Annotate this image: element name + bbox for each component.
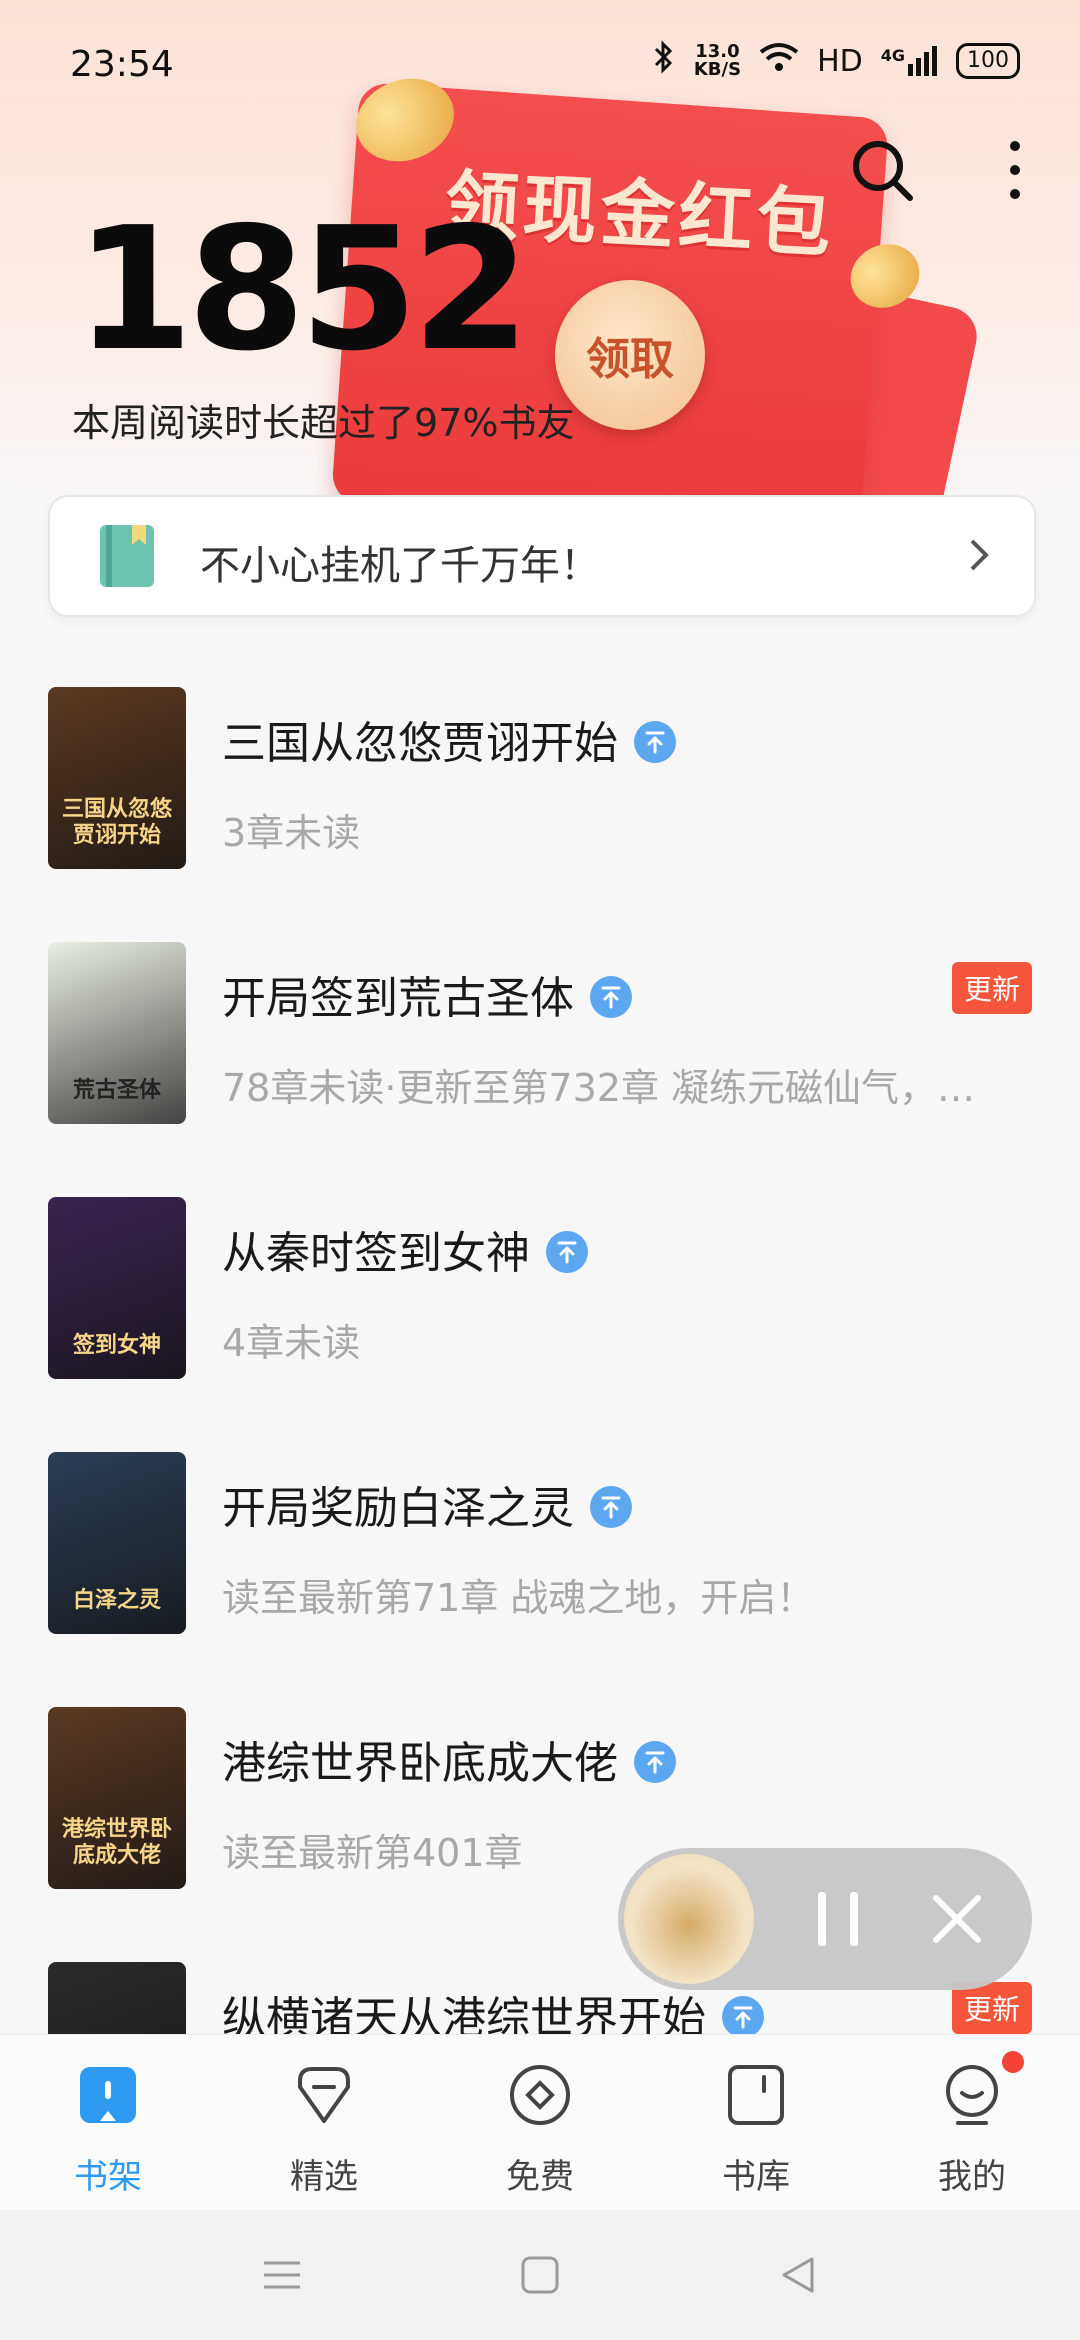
book-progress: 78章未读·更新至第732章 凝练元磁仙气，… <box>222 1066 976 1110</box>
bluetooth-icon <box>652 40 676 82</box>
home-icon[interactable] <box>520 2255 560 2295</box>
book-progress: 4章未读 <box>222 1321 361 1365</box>
menu-icon[interactable] <box>262 2255 302 2295</box>
book-title: 从秦时签到女神 <box>222 1217 588 1281</box>
book-title: 三国从忽悠贾诩开始 <box>222 707 676 771</box>
tab-featured[interactable]: 精选 <box>216 2035 432 2210</box>
network-speed: 13.0 KB/S <box>693 41 742 80</box>
book-cover[interactable]: 港综世界卧底成大佬 <box>48 1707 186 1889</box>
bottom-tab-bar: 书架 精选 免费 书库 我的 <box>0 2034 1080 2210</box>
book-item[interactable]: 签到女神 从秦时签到女神 4章未读 <box>0 1197 1080 1387</box>
tab-label: 精选 <box>290 2157 358 2197</box>
notice-banner[interactable]: 不小心挂机了千万年！ <box>48 495 1036 617</box>
free-icon <box>510 2065 570 2125</box>
bookshelf-icon <box>80 2067 136 2123</box>
more-menu-icon[interactable] <box>1000 138 1030 202</box>
book-item[interactable]: 白泽之灵 开局奖励白泽之灵读至最新第71章 战魂之地，开启！ <box>0 1452 1080 1642</box>
search-icon[interactable] <box>850 138 914 202</box>
book-title-text: 开局签到荒古圣体 <box>222 973 574 1024</box>
audio-player[interactable] <box>618 1848 1032 1990</box>
profile-icon <box>946 2065 998 2125</box>
book-cover[interactable]: 荒古圣体 <box>48 942 186 1124</box>
back-icon[interactable] <box>778 2255 818 2295</box>
library-icon <box>728 2065 784 2125</box>
pin-top-icon <box>634 721 676 763</box>
wifi-icon <box>759 42 799 80</box>
tab-free[interactable]: 免费 <box>432 2035 648 2210</box>
book-cover-text: 白泽之灵 <box>72 1588 161 1613</box>
battery-indicator: 100 <box>956 43 1020 79</box>
reading-stat-caption: 本周阅读时长超过了97%书友 <box>72 401 575 445</box>
tab-profile[interactable]: 我的 <box>864 2035 1080 2210</box>
book-cover[interactable]: 签到女神 <box>48 1197 186 1379</box>
status-time: 23:54 <box>70 44 174 85</box>
update-badge: 更新 <box>951 962 1032 1014</box>
pin-top-icon <box>590 976 632 1018</box>
pause-icon[interactable] <box>814 1888 864 1950</box>
pin-top-icon <box>722 1996 764 2038</box>
pin-top-icon <box>634 1741 676 1783</box>
tab-bookshelf[interactable]: 书架 <box>0 2035 216 2210</box>
book-progress: 3章未读 <box>222 811 361 855</box>
notification-dot <box>1002 2051 1024 2073</box>
book-icon <box>100 525 154 587</box>
tab-label: 我的 <box>938 2157 1006 2197</box>
book-cover-text: 三国从忽悠贾诩开始 <box>61 797 172 848</box>
book-item[interactable]: 荒古圣体 开局签到荒古圣体 78章未读·更新至第732章 凝练元磁仙气，… 更新 <box>0 942 1080 1132</box>
tab-label: 书架 <box>74 2157 142 2197</box>
book-title-text: 三国从忽悠贾诩开始 <box>222 718 618 769</box>
hd-label: HD <box>817 43 863 79</box>
book-cover-text: 荒古圣体 <box>72 1078 161 1103</box>
book-item[interactable]: 三国从忽悠贾诩开始 三国从忽悠贾诩开始 3章未读 <box>0 687 1080 877</box>
book-cover[interactable]: 白泽之灵 <box>48 1452 186 1634</box>
pin-top-icon <box>590 1486 632 1528</box>
book-title: 开局奖励白泽之灵 <box>222 1472 632 1536</box>
close-icon[interactable] <box>928 1890 986 1948</box>
book-title: 开局签到荒古圣体 <box>222 962 632 1026</box>
book-cover-text: 签到女神 <box>72 1333 161 1358</box>
book-title-text: 港综世界卧底成大佬 <box>222 1738 618 1789</box>
book-title-text: 开局奖励白泽之灵 <box>222 1483 574 1534</box>
diamond-icon <box>298 2067 350 2123</box>
book-title: 港综世界卧底成大佬 <box>222 1727 676 1791</box>
reading-stat-number: 1852 <box>75 191 530 389</box>
claim-button[interactable]: 领取 <box>555 280 705 430</box>
tab-library[interactable]: 书库 <box>648 2035 864 2210</box>
notice-text: 不小心挂机了千万年！ <box>200 543 600 589</box>
book-cover-text: 港综世界卧底成大佬 <box>61 1817 172 1868</box>
book-title-text: 从秦时签到女神 <box>222 1228 530 1279</box>
signal-icon: 4G <box>881 46 938 76</box>
system-nav-bar <box>0 2210 1080 2340</box>
tab-label: 书库 <box>722 2157 790 2197</box>
chevron-right-icon <box>964 535 994 575</box>
book-progress: 读至最新第71章 战魂之地，开启！ <box>222 1576 815 1620</box>
status-icons: 13.0 KB/S HD 4G 100 <box>652 40 1020 82</box>
tab-label: 免费 <box>506 2157 574 2197</box>
pin-top-icon <box>546 1231 588 1273</box>
player-cover-image[interactable] <box>624 1854 754 1984</box>
book-cover[interactable]: 三国从忽悠贾诩开始 <box>48 687 186 869</box>
